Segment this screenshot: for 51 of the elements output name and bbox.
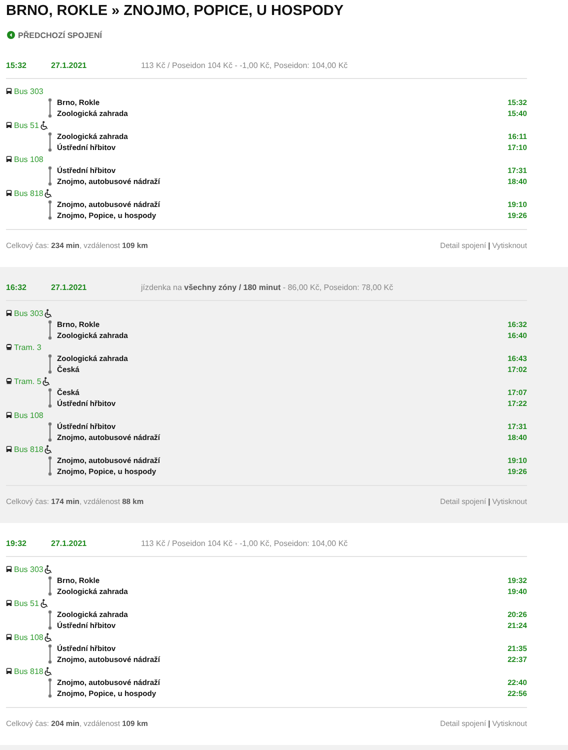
route-connector-icon bbox=[48, 678, 52, 698]
bus-icon bbox=[6, 412, 12, 418]
route-connector-icon bbox=[48, 610, 52, 630]
route-connector-icon bbox=[48, 422, 52, 442]
line-name[interactable]: Bus 108 bbox=[14, 632, 44, 642]
route-connector-icon bbox=[48, 456, 52, 476]
line-name[interactable]: Bus 303 bbox=[14, 308, 44, 318]
departure-date: 27.1.2021 bbox=[51, 282, 88, 292]
back-arrow-icon[interactable] bbox=[7, 31, 15, 39]
line-name[interactable]: Bus 303 bbox=[14, 86, 44, 96]
line-name[interactable]: Bus 303 bbox=[14, 564, 44, 574]
route-connector-icon bbox=[48, 166, 52, 186]
line-name[interactable]: Bus 108 bbox=[14, 154, 44, 164]
fare-text: 113 Kč / Poseidon 104 Kč - -1,00 Kč, Poseidon: 104,00 Kč bbox=[141, 60, 348, 70]
route-connector-icon bbox=[48, 132, 52, 152]
departure-date: 27.1.2021 bbox=[51, 60, 88, 70]
bus-icon bbox=[6, 122, 12, 128]
fare-text: 113 Kč / Poseidon 104 Kč - -1,00 Kč, Poseidon: 104,00 Kč bbox=[141, 538, 348, 548]
route-connector-icon bbox=[48, 576, 52, 596]
route-connector-icon bbox=[48, 98, 52, 118]
line-name[interactable]: Bus 51 bbox=[14, 598, 39, 608]
line-name[interactable]: Bus 818 bbox=[14, 666, 44, 676]
bus-icon bbox=[6, 600, 12, 606]
tram-icon bbox=[6, 344, 12, 350]
line-name[interactable]: Tram. 3 bbox=[14, 342, 42, 352]
route-connector-icon bbox=[48, 644, 52, 664]
departure-time: 15:32 bbox=[6, 60, 28, 70]
previous-connections-link[interactable]: PŘEDCHOZÍ SPOJENÍ bbox=[18, 30, 102, 40]
fare-text: jízdenka na všechny zóny / 180 minut - 86,00 Kč, Poseidon: 78,00 Kč bbox=[141, 282, 394, 292]
departure-date: 27.1.2021 bbox=[51, 538, 88, 548]
bus-icon bbox=[6, 190, 12, 196]
bus-icon bbox=[6, 88, 12, 94]
line-name[interactable]: Bus 818 bbox=[14, 444, 44, 454]
route-connector-icon bbox=[48, 320, 52, 340]
route-connector-icon bbox=[48, 200, 52, 220]
departure-time: 19:32 bbox=[6, 538, 28, 548]
line-name[interactable]: Bus 108 bbox=[14, 410, 44, 420]
line-name[interactable]: Tram. 5 bbox=[14, 376, 42, 386]
bus-icon bbox=[6, 634, 12, 640]
bus-icon bbox=[6, 668, 12, 674]
route-connector-icon bbox=[48, 388, 52, 408]
route-connector-icon bbox=[48, 354, 52, 374]
line-name[interactable]: Bus 51 bbox=[14, 120, 39, 130]
bus-icon bbox=[6, 310, 12, 316]
bus-icon bbox=[6, 446, 12, 452]
line-name[interactable]: Bus 818 bbox=[14, 188, 44, 198]
departure-time: 16:32 bbox=[6, 282, 28, 292]
bus-icon bbox=[6, 156, 12, 162]
tram-icon bbox=[6, 378, 12, 384]
bus-icon bbox=[6, 566, 12, 572]
page-title: BRNO, ROKLE » ZNOJMO, POPICE, U HOSPODY bbox=[5, 2, 345, 21]
